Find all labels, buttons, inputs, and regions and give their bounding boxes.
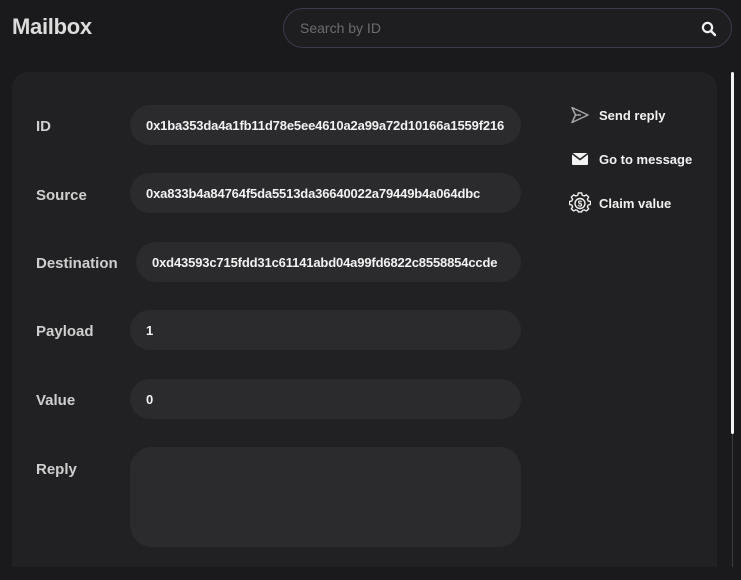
send-icon: [569, 104, 591, 126]
claim-value-button[interactable]: $ Claim value: [568, 191, 709, 215]
claim-value-label: Claim value: [599, 195, 672, 211]
search-input[interactable]: [284, 9, 680, 47]
reply-label: Reply: [36, 461, 77, 478]
search-icon[interactable]: [701, 21, 717, 37]
payload-label: Payload: [36, 323, 94, 340]
reply-textarea[interactable]: [130, 447, 521, 547]
value-field[interactable]: [130, 379, 521, 419]
send-reply-label: Send reply: [599, 107, 666, 123]
value-label: Value: [36, 392, 76, 409]
destination-field[interactable]: [136, 242, 521, 282]
svg-text:$: $: [578, 200, 583, 209]
go-to-message-button[interactable]: Go to message: [569, 147, 709, 171]
destination-label: Destination: [36, 255, 118, 272]
id-field[interactable]: [130, 105, 521, 145]
scrollbar-thumb[interactable]: [731, 72, 734, 434]
message-card: ID Source Destination Payload Value Repl…: [12, 72, 717, 567]
send-reply-button[interactable]: Send reply: [569, 103, 709, 127]
source-label: Source: [36, 187, 87, 204]
go-to-message-label: Go to message: [599, 151, 693, 167]
page-title: Mailbox: [12, 14, 92, 39]
mail-icon: [569, 148, 591, 170]
search-bar: [283, 8, 732, 48]
gear-dollar-icon: $: [568, 192, 592, 214]
id-label: ID: [36, 118, 51, 135]
payload-field[interactable]: [130, 310, 521, 350]
source-field[interactable]: [130, 173, 521, 213]
